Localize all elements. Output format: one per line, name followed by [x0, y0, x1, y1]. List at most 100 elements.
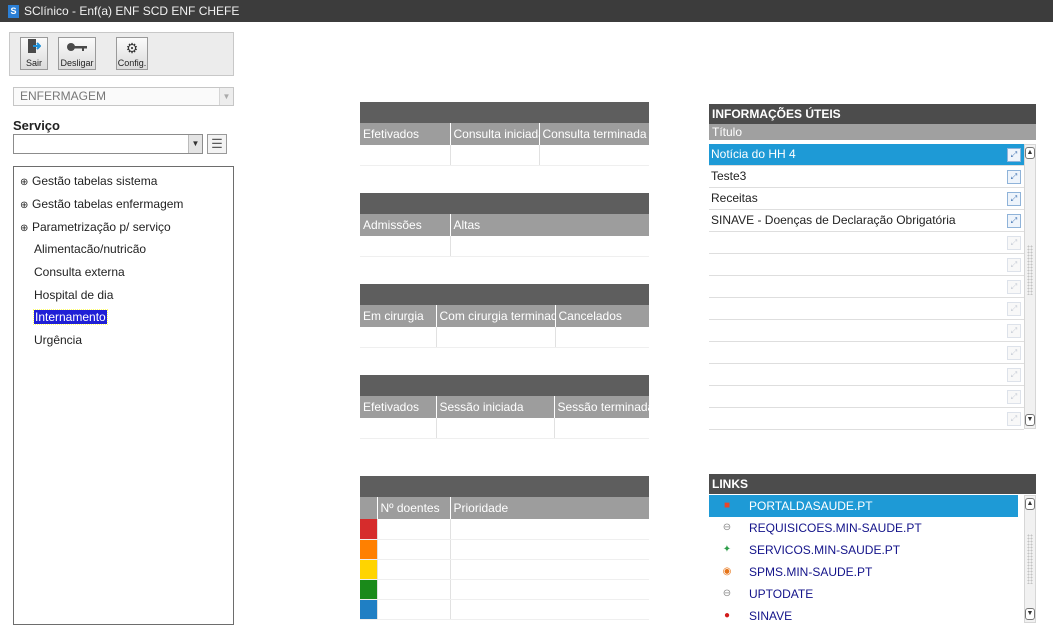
tree-item-gestao-tabelas-sistema[interactable]: ⊕ Gestão tabelas sistema: [20, 173, 157, 189]
open-icon[interactable]: ⤢: [1007, 346, 1021, 360]
open-icon[interactable]: ⤢: [1007, 170, 1021, 184]
priority-swatch-blue: [360, 599, 378, 620]
tree-item-label: Alimentacão/nutricão: [34, 242, 147, 256]
open-icon[interactable]: ⤢: [1007, 368, 1021, 382]
tree-item-urgencia[interactable]: Urgência: [34, 332, 82, 348]
logoff-button[interactable]: Desligar: [58, 37, 96, 70]
info-row[interactable]: Teste3 ⤢: [709, 166, 1024, 188]
scroll-down-icon[interactable]: ▼: [1025, 608, 1035, 620]
link-item[interactable]: ⊖ REQUISICOES.MIN-SAUDE.PT: [709, 517, 1018, 539]
link-item[interactable]: ✦ SERVICOS.MIN-SAUDE.PT: [709, 539, 1018, 561]
scroll-down-icon[interactable]: ▼: [1025, 414, 1035, 426]
list-button[interactable]: ☰: [207, 134, 227, 154]
priority-swatch-yellow: [360, 559, 378, 580]
link-label: UPTODATE: [749, 587, 814, 601]
priority-color-swatch: [360, 559, 377, 579]
servico-combo[interactable]: ▼: [13, 134, 203, 154]
open-icon[interactable]: ⤢: [1007, 302, 1021, 316]
expand-icon[interactable]: ⊕: [20, 198, 32, 214]
link-item[interactable]: ● SINAVE: [709, 605, 1018, 627]
panel-header: [360, 193, 649, 214]
open-icon[interactable]: ⤢: [1007, 214, 1021, 228]
col-efetivados: Efetivados: [360, 396, 437, 418]
priority-swatch-orange: [360, 539, 378, 560]
link-label: SERVICOS.MIN-SAUDE.PT: [749, 543, 901, 557]
open-icon[interactable]: ⤢: [1007, 258, 1021, 272]
spms-icon: ◉: [722, 566, 732, 577]
key-icon: [59, 38, 95, 58]
servicos-icon: ✦: [722, 544, 732, 555]
col-admissoes: Admissões: [360, 214, 451, 236]
table-cell: [377, 579, 451, 600]
scroll-up-icon[interactable]: ▲: [1025, 498, 1035, 510]
scroll-up-icon[interactable]: ▲: [1025, 147, 1035, 159]
info-row[interactable]: Receitas ⤢: [709, 188, 1024, 210]
open-icon[interactable]: ⤢: [1007, 390, 1021, 404]
col-sessao-iniciada: Sessão iniciada: [436, 396, 555, 418]
table-cell: [377, 599, 451, 620]
module-select-value: ENFERMAGEM: [20, 89, 107, 103]
link-item[interactable]: ◉ SPMS.MIN-SAUDE.PT: [709, 561, 1018, 583]
info-row-title: Teste3: [711, 169, 747, 183]
tree-item-label: Internamento: [33, 309, 108, 325]
module-select[interactable]: ENFERMAGEM ▼: [13, 87, 234, 106]
config-button[interactable]: ⚙ Config.: [116, 37, 148, 70]
col-cancelados: Cancelados: [555, 305, 649, 327]
link-label: SINAVE: [749, 609, 793, 623]
info-row[interactable]: ⤢: [709, 254, 1024, 276]
link-icon: ⊖: [722, 522, 732, 533]
col-sessao-terminada: Sessão terminada: [554, 396, 649, 418]
info-row[interactable]: ⤢: [709, 276, 1024, 298]
info-row[interactable]: ⤢: [709, 408, 1024, 430]
info-row[interactable]: ⤢: [709, 364, 1024, 386]
table-cell: [436, 418, 555, 439]
info-row[interactable]: ⤢: [709, 320, 1024, 342]
info-row[interactable]: ⤢: [709, 342, 1024, 364]
window-title: SClínico - Enf(a) ENF SCD ENF CHEFE: [24, 4, 240, 18]
exit-button[interactable]: Sair: [20, 37, 48, 70]
info-row[interactable]: ⤢: [709, 386, 1024, 408]
chevron-down-icon[interactable]: ▼: [188, 135, 202, 153]
table-cell: [377, 539, 451, 560]
links-scrollbar[interactable]: ▲ ▼: [1024, 495, 1036, 623]
tree-item-internamento[interactable]: Internamento: [33, 309, 108, 325]
list-icon: ☰: [211, 136, 223, 151]
link-item[interactable]: ■ PORTALDASAUDE.PT: [709, 495, 1018, 517]
priority-color-swatch: [360, 579, 377, 599]
info-row[interactable]: SINAVE - Doenças de Declaração Obrigatór…: [709, 210, 1024, 232]
open-icon[interactable]: ⤢: [1007, 412, 1021, 426]
open-icon[interactable]: ⤢: [1007, 192, 1021, 206]
scroll-grip[interactable]: [1027, 534, 1033, 584]
tree-item-alimentacao[interactable]: Alimentacão/nutricão: [34, 241, 146, 257]
info-panel-title: INFORMAÇÕES ÚTEIS: [709, 104, 1036, 124]
panel-header: [360, 375, 649, 396]
info-row-title: Receitas: [711, 191, 758, 205]
table-cell: [539, 145, 649, 166]
scroll-grip[interactable]: [1027, 245, 1033, 295]
chevron-down-icon[interactable]: ▼: [219, 88, 233, 105]
open-icon[interactable]: ⤢: [1007, 324, 1021, 338]
tree-item-hospital-de-dia[interactable]: Hospital de dia: [34, 287, 113, 303]
tree-item-consulta-externa[interactable]: Consulta externa: [34, 264, 125, 280]
info-row[interactable]: ⤢: [709, 232, 1024, 254]
open-icon[interactable]: ⤢: [1007, 236, 1021, 250]
link-item[interactable]: ⊖ UPTODATE: [709, 583, 1018, 605]
priority-color-swatch: [360, 599, 377, 619]
tree-item-gestao-tabelas-enfermagem[interactable]: ⊕ Gestão tabelas enfermagem: [20, 196, 183, 212]
table-cell: [450, 559, 649, 580]
tree-item-parametrizacao[interactable]: ⊕ Parametrização p/ serviço: [20, 219, 171, 235]
exit-label: Sair: [25, 58, 42, 68]
open-icon[interactable]: ⤢: [1007, 280, 1021, 294]
col-em-cirurgia: Em cirurgia: [360, 305, 437, 327]
table-cell: [377, 559, 451, 580]
expand-icon[interactable]: ⊕: [20, 175, 32, 191]
open-icon[interactable]: ⤢: [1007, 148, 1021, 162]
table-cell: [450, 236, 649, 257]
info-row[interactable]: Notícia do HH 4 ⤢: [709, 144, 1024, 166]
info-scrollbar[interactable]: ▲ ▼: [1024, 144, 1036, 429]
info-row[interactable]: ⤢: [709, 298, 1024, 320]
portal-icon: ■: [723, 500, 731, 511]
expand-icon[interactable]: ⊕: [20, 221, 32, 237]
table-cell: [360, 327, 437, 348]
info-column-title: Título: [709, 124, 1036, 140]
